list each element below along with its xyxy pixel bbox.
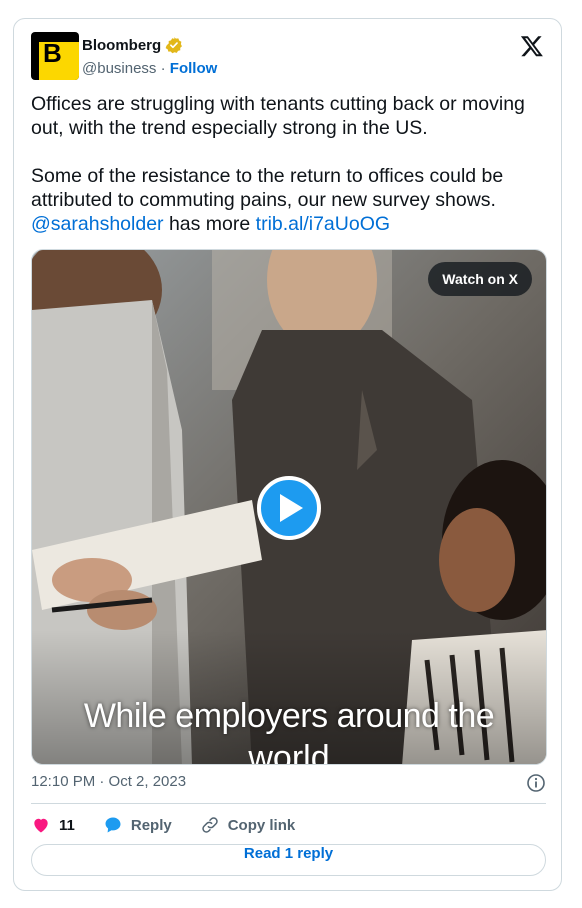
article-link[interactable]: trib.al/i7aUoOG (256, 213, 390, 235)
copy-link-button[interactable]: Copy link (200, 815, 296, 835)
author-handle[interactable]: @business (82, 60, 156, 77)
tweet-text: Offices are struggling with tenants cutt… (31, 92, 546, 236)
author-avatar[interactable]: B (31, 32, 79, 80)
reply-button[interactable]: Reply (103, 815, 172, 835)
like-count: 11 (59, 816, 75, 834)
divider (31, 803, 546, 804)
copy-link-label: Copy link (227, 816, 296, 834)
handle-separator: · (160, 60, 166, 77)
verified-badge-icon (165, 37, 183, 54)
heart-icon (34, 818, 48, 833)
avatar-logo-letter: B (43, 38, 62, 68)
author-name[interactable]: Bloomberg (82, 37, 161, 54)
video-player[interactable]: Watch on X While employers around the wo… (31, 249, 547, 765)
like-button[interactable]: 11 (31, 815, 75, 835)
action-bar: 11 Reply Copy link (31, 814, 546, 836)
read-replies-button[interactable]: Read 1 reply (31, 844, 546, 876)
play-icon (280, 494, 303, 522)
video-caption: While employers around the (83, 697, 495, 735)
link-icon (202, 817, 218, 833)
info-icon[interactable] (526, 773, 546, 793)
reply-bubble-icon (105, 817, 121, 833)
tweet-paragraph-2: Some of the resistance to the return to … (31, 165, 504, 235)
mention-link[interactable]: @sarahsholder (31, 213, 164, 235)
tweet-header: B Bloomberg @business · Follow (31, 32, 546, 82)
reply-label: Reply (130, 816, 172, 834)
watch-on-x-button[interactable]: Watch on X (428, 262, 532, 296)
play-button[interactable] (257, 476, 321, 540)
video-caption-line-2: world (248, 739, 330, 765)
tweet-timestamp[interactable]: 12:10 PM · Oct 2, 2023 (31, 773, 186, 790)
tweet-paragraph-1: Offices are struggling with tenants cutt… (31, 93, 525, 139)
follow-button[interactable]: Follow (170, 60, 218, 77)
tweet-card: B Bloomberg @business · Follow Offices a… (13, 18, 562, 891)
x-logo-icon[interactable] (520, 34, 544, 58)
